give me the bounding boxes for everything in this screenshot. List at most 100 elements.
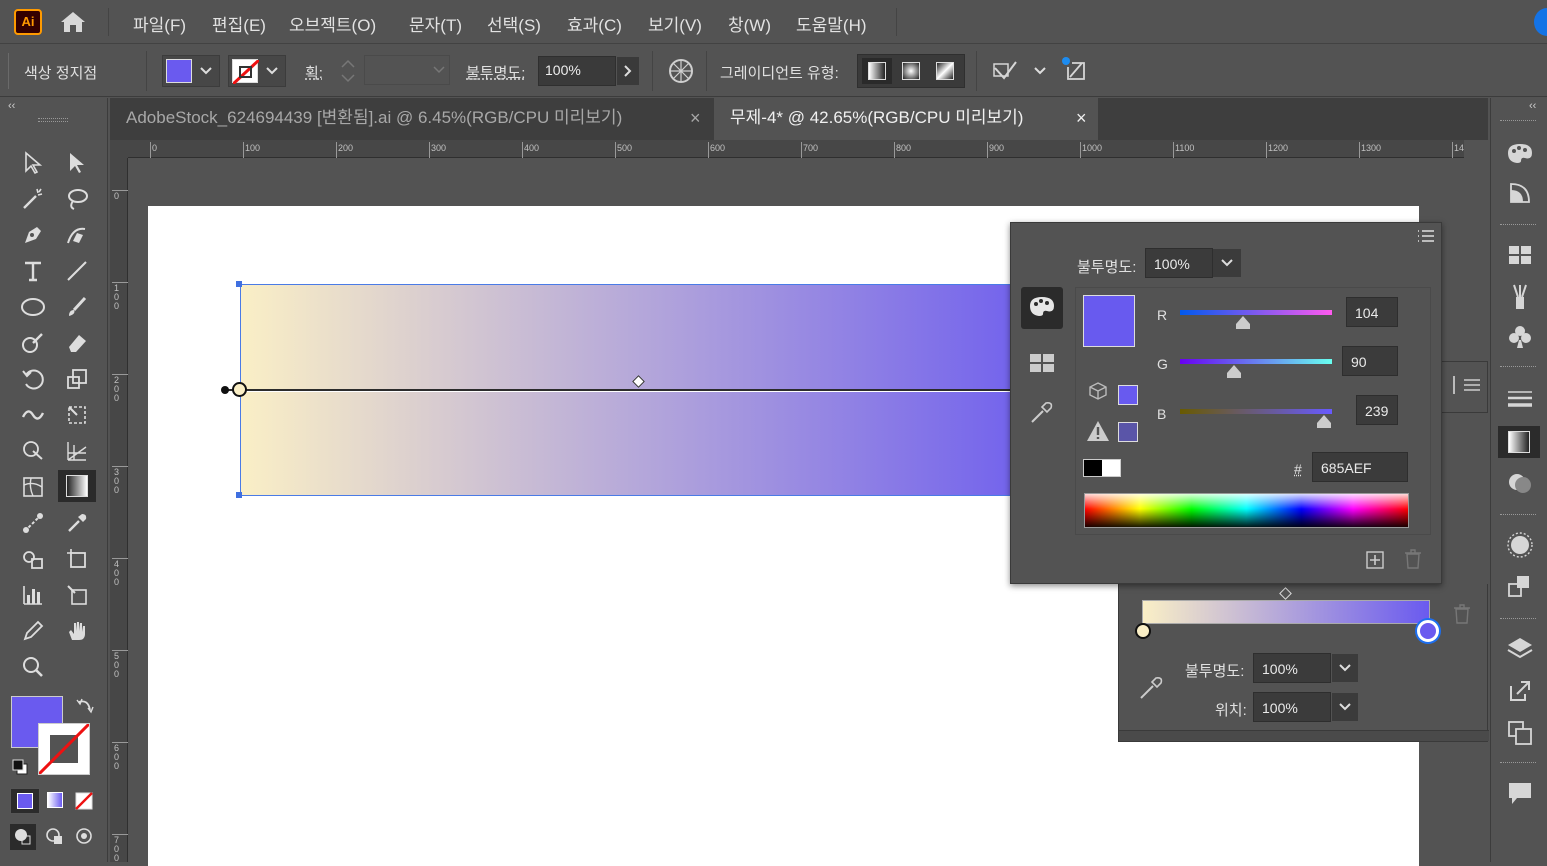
paintbrush-icon[interactable] [62, 292, 92, 322]
gradient-stop-end[interactable] [1417, 620, 1439, 642]
b-slider-thumb[interactable] [1317, 415, 1331, 423]
grip-icon[interactable] [1500, 366, 1536, 368]
gradient-panel-icon[interactable] [1498, 426, 1540, 458]
layers-panel-icon[interactable] [1502, 634, 1538, 664]
gradient-slider-midpoint[interactable] [1279, 587, 1292, 600]
gradient-stop-start[interactable] [1135, 623, 1151, 639]
draw-behind-icon[interactable] [42, 824, 68, 850]
chevron-down-icon[interactable] [1332, 654, 1358, 682]
warp-tool-icon[interactable] [18, 400, 48, 430]
symbols-panel-icon[interactable] [1502, 322, 1538, 352]
close-icon[interactable]: × [1076, 98, 1087, 138]
color-mode-tab[interactable] [1021, 287, 1063, 329]
warning-icon[interactable] [1086, 420, 1110, 442]
chevron-right-icon[interactable] [617, 57, 639, 85]
swatches-tab-icon[interactable] [1029, 353, 1055, 373]
comments-panel-icon[interactable] [1502, 778, 1538, 808]
default-colors-icon[interactable] [11, 758, 29, 776]
ruler-origin[interactable] [110, 140, 128, 158]
artboard-tool-icon[interactable] [62, 544, 92, 574]
collapse-icon[interactable]: ‹‹ [1529, 100, 1536, 112]
shaper-tool-icon[interactable] [18, 328, 48, 358]
color-panel-icon[interactable] [1502, 138, 1538, 168]
lasso-icon[interactable] [62, 184, 92, 214]
transparency-panel-icon[interactable] [1502, 468, 1538, 498]
b-input[interactable]: 239 [1356, 395, 1398, 425]
grip-icon[interactable] [1500, 224, 1536, 226]
close-icon[interactable]: × [690, 98, 701, 138]
stroke-color-box[interactable] [37, 722, 91, 776]
menu-type[interactable]: 문자(T) [409, 11, 462, 36]
export-panel-icon[interactable] [1502, 676, 1538, 706]
menu-view[interactable]: 보기(V) [648, 11, 702, 36]
stroke-swatch-button[interactable] [228, 55, 286, 87]
r-slider-thumb[interactable] [1236, 316, 1250, 324]
magic-wand-icon[interactable] [18, 184, 48, 214]
tab-untitled-4[interactable]: 무제-4* @ 42.65%(RGB/CPU 미리보기) × [714, 98, 1098, 140]
direct-selection-tool-icon[interactable] [62, 148, 92, 178]
gradient-slider[interactable] [1142, 600, 1430, 624]
selection-handle[interactable] [236, 281, 242, 287]
graphic-styles-icon[interactable] [1502, 572, 1538, 602]
edit-artwork-icon[interactable] [990, 56, 1020, 86]
freeform-gradient-button[interactable] [930, 58, 960, 84]
r-slider[interactable] [1180, 310, 1332, 329]
out-of-gamut-swatch[interactable] [1118, 422, 1138, 442]
chevron-down-icon[interactable] [1213, 249, 1241, 277]
menu-object[interactable]: 오브젝트(O) [289, 11, 376, 36]
perspective-grid-icon[interactable] [62, 436, 92, 466]
grip-icon[interactable] [1500, 514, 1536, 516]
menu-file[interactable]: 파일(F) [133, 11, 186, 36]
color-opacity-input[interactable]: 100% [1145, 248, 1213, 278]
pencil-tool-icon[interactable] [18, 616, 48, 646]
gradient-tool-icon[interactable] [58, 470, 96, 502]
panel-resize-handle[interactable] [1119, 730, 1489, 741]
swatches-panel-icon[interactable] [1502, 240, 1538, 270]
artboards-panel-icon[interactable] [1502, 718, 1538, 748]
gradient-mode-button[interactable] [44, 788, 68, 814]
shape-builder-icon[interactable] [18, 436, 48, 466]
free-transform-icon[interactable] [62, 400, 92, 430]
g-slider-thumb[interactable] [1227, 365, 1241, 373]
g-slider[interactable] [1180, 359, 1332, 378]
panel-menu-icon[interactable] [1417, 229, 1435, 243]
stroke-stepper[interactable] [333, 53, 363, 89]
symbol-sprayer-icon[interactable] [18, 544, 48, 574]
home-icon[interactable] [58, 9, 88, 35]
menu-effect[interactable]: 효과(C) [567, 11, 622, 36]
menu-window[interactable]: 창(W) [728, 11, 771, 36]
swap-colors-icon[interactable] [76, 696, 94, 714]
color-spectrum[interactable] [1084, 493, 1409, 528]
ellipse-tool-icon[interactable] [18, 292, 48, 322]
type-tool-icon[interactable] [18, 256, 48, 286]
tab-adobestock[interactable]: AdobeStock_624694439 [변환됨].ai @ 6.45%(RG… [110, 98, 714, 140]
pen-tool-icon[interactable] [18, 220, 48, 250]
draw-inside-icon[interactable] [72, 824, 98, 850]
none-mode-button[interactable] [72, 788, 96, 814]
black-white-swatch[interactable] [1083, 459, 1121, 477]
radial-gradient-button[interactable] [896, 58, 926, 84]
hex-input[interactable]: 685AEF [1312, 452, 1408, 482]
grip-icon[interactable] [1500, 120, 1536, 122]
mesh-tool-icon[interactable] [18, 472, 48, 502]
brushes-panel-icon[interactable] [1502, 281, 1538, 311]
trash-icon[interactable] [1453, 604, 1471, 624]
r-input[interactable]: 104 [1346, 297, 1398, 327]
menu-edit[interactable]: 편집(E) [212, 11, 266, 36]
menu-help[interactable]: 도움말(H) [796, 11, 867, 36]
appearance-panel-icon[interactable] [1502, 530, 1538, 560]
trash-icon[interactable] [1404, 549, 1422, 569]
color-mode-button[interactable] [10, 788, 40, 814]
web-safe-swatch[interactable] [1118, 385, 1138, 405]
column-graph-icon[interactable] [18, 580, 48, 610]
opacity-input[interactable]: 100% [538, 56, 616, 86]
slice-tool-icon[interactable] [62, 580, 92, 610]
stroke-panel-icon[interactable] [1502, 384, 1538, 414]
draw-normal-icon[interactable] [10, 824, 36, 850]
scale-tool-icon[interactable] [62, 364, 92, 394]
linear-gradient-button[interactable] [862, 58, 892, 84]
puppet-warp-icon[interactable] [1060, 55, 1090, 85]
selection-tool-icon[interactable] [18, 148, 48, 178]
zoom-tool-icon[interactable] [18, 652, 48, 682]
chevron-down-icon[interactable] [1029, 57, 1051, 85]
